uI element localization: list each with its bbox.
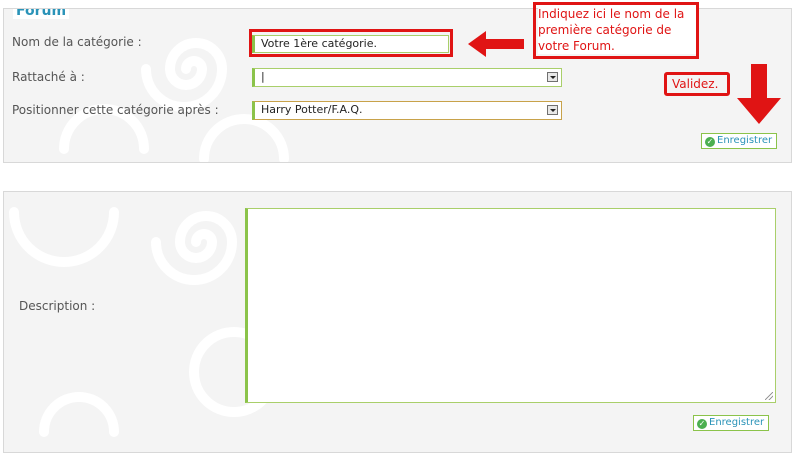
description-label: Description : bbox=[19, 299, 96, 313]
section-legend: Forum bbox=[13, 9, 70, 19]
attached-to-label: Rattaché à : bbox=[12, 70, 85, 84]
attached-to-select[interactable]: | bbox=[252, 68, 562, 87]
hint-text: Indiquez ici le nom de la première catég… bbox=[538, 6, 696, 54]
description-panel: Description : ✓ Enregistrer bbox=[3, 191, 792, 453]
position-after-label: Positionner cette catégorie après : bbox=[12, 103, 219, 117]
category-name-label: Nom de la catégorie : bbox=[12, 35, 142, 49]
arrow-left-icon bbox=[468, 31, 524, 57]
check-circle-icon: ✓ bbox=[705, 137, 715, 147]
chevron-down-icon[interactable] bbox=[547, 72, 558, 82]
attached-to-value: | bbox=[261, 70, 265, 83]
chevron-down-icon[interactable] bbox=[547, 105, 558, 115]
save-button-label: Enregistrer bbox=[709, 417, 765, 428]
resize-handle-icon[interactable] bbox=[765, 392, 773, 400]
check-circle-icon: ✓ bbox=[697, 419, 707, 429]
save-button-label: Enregistrer bbox=[717, 135, 773, 146]
arrow-down-icon bbox=[737, 64, 781, 124]
category-name-highlight bbox=[249, 29, 453, 57]
position-after-value: Harry Potter/F.A.Q. bbox=[261, 103, 363, 116]
description-textarea[interactable] bbox=[245, 208, 776, 403]
position-after-select[interactable]: Harry Potter/F.A.Q. bbox=[252, 101, 562, 120]
save-button-bottom[interactable]: ✓ Enregistrer bbox=[693, 415, 770, 431]
validate-text: Validez. bbox=[672, 77, 719, 91]
save-button-top[interactable]: ✓ Enregistrer bbox=[701, 133, 778, 149]
